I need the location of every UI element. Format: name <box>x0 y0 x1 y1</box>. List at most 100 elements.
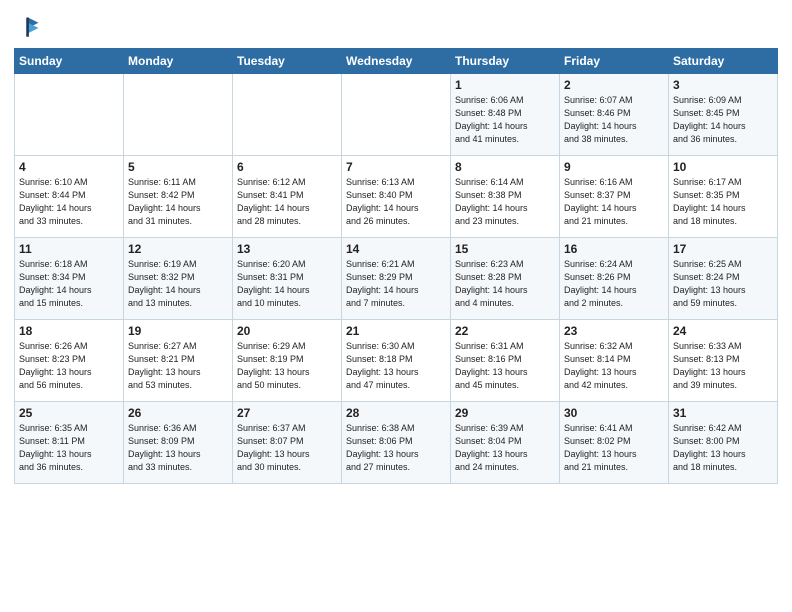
calendar-cell: 17 Sunrise: 6:25 AM Sunset: 8:24 PM Dayli… <box>669 238 778 320</box>
day-info: Sunrise: 6:17 AM Sunset: 8:35 PM Dayligh… <box>673 176 773 228</box>
calendar-cell: 8 Sunrise: 6:14 AM Sunset: 8:38 PM Daylig… <box>451 156 560 238</box>
header-day: Saturday <box>669 49 778 74</box>
day-info: Sunrise: 6:21 AM Sunset: 8:29 PM Dayligh… <box>346 258 446 310</box>
calendar-cell: 3 Sunrise: 6:09 AM Sunset: 8:45 PM Daylig… <box>669 74 778 156</box>
day-number: 6 <box>237 160 337 174</box>
day-info: Sunrise: 6:12 AM Sunset: 8:41 PM Dayligh… <box>237 176 337 228</box>
day-info: Sunrise: 6:35 AM Sunset: 8:11 PM Dayligh… <box>19 422 119 474</box>
day-number: 19 <box>128 324 228 338</box>
day-info: Sunrise: 6:20 AM Sunset: 8:31 PM Dayligh… <box>237 258 337 310</box>
day-number: 30 <box>564 406 664 420</box>
day-info: Sunrise: 6:42 AM Sunset: 8:00 PM Dayligh… <box>673 422 773 474</box>
day-info: Sunrise: 6:32 AM Sunset: 8:14 PM Dayligh… <box>564 340 664 392</box>
day-number: 20 <box>237 324 337 338</box>
calendar-cell: 4 Sunrise: 6:10 AM Sunset: 8:44 PM Daylig… <box>15 156 124 238</box>
logo-icon <box>14 14 42 42</box>
calendar-cell: 28 Sunrise: 6:38 AM Sunset: 8:06 PM Dayli… <box>342 402 451 484</box>
day-info: Sunrise: 6:07 AM Sunset: 8:46 PM Dayligh… <box>564 94 664 146</box>
day-number: 24 <box>673 324 773 338</box>
day-info: Sunrise: 6:19 AM Sunset: 8:32 PM Dayligh… <box>128 258 228 310</box>
day-number: 15 <box>455 242 555 256</box>
day-info: Sunrise: 6:31 AM Sunset: 8:16 PM Dayligh… <box>455 340 555 392</box>
calendar-cell: 18 Sunrise: 6:26 AM Sunset: 8:23 PM Dayli… <box>15 320 124 402</box>
calendar-cell: 10 Sunrise: 6:17 AM Sunset: 8:35 PM Dayli… <box>669 156 778 238</box>
day-number: 27 <box>237 406 337 420</box>
calendar-cell: 11 Sunrise: 6:18 AM Sunset: 8:34 PM Dayli… <box>15 238 124 320</box>
calendar-cell: 16 Sunrise: 6:24 AM Sunset: 8:26 PM Dayli… <box>560 238 669 320</box>
day-number: 2 <box>564 78 664 92</box>
day-number: 5 <box>128 160 228 174</box>
calendar-week-row: 11 Sunrise: 6:18 AM Sunset: 8:34 PM Dayli… <box>15 238 778 320</box>
day-number: 12 <box>128 242 228 256</box>
day-number: 11 <box>19 242 119 256</box>
calendar-cell: 24 Sunrise: 6:33 AM Sunset: 8:13 PM Dayli… <box>669 320 778 402</box>
calendar-cell: 29Sunrise: 6:39 AM Sunset: 8:04 PM Dayli… <box>451 402 560 484</box>
calendar-cell: 30 Sunrise: 6:41 AM Sunset: 8:02 PM Dayli… <box>560 402 669 484</box>
day-info: Sunrise: 6:41 AM Sunset: 8:02 PM Dayligh… <box>564 422 664 474</box>
day-number: 17 <box>673 242 773 256</box>
calendar-cell <box>15 74 124 156</box>
calendar-cell: 26 Sunrise: 6:36 AM Sunset: 8:09 PM Dayli… <box>124 402 233 484</box>
day-number: 8 <box>455 160 555 174</box>
calendar-cell: 27Sunrise: 6:37 AM Sunset: 8:07 PM Dayli… <box>233 402 342 484</box>
day-info: Sunrise: 6:09 AM Sunset: 8:45 PM Dayligh… <box>673 94 773 146</box>
calendar-cell <box>342 74 451 156</box>
calendar-cell: 15 Sunrise: 6:23 AM Sunset: 8:28 PM Dayli… <box>451 238 560 320</box>
header <box>14 10 778 42</box>
day-info: Sunrise: 6:33 AM Sunset: 8:13 PM Dayligh… <box>673 340 773 392</box>
calendar-week-row: 4 Sunrise: 6:10 AM Sunset: 8:44 PM Daylig… <box>15 156 778 238</box>
day-info: Sunrise: 6:38 AM Sunset: 8:06 PM Dayligh… <box>346 422 446 474</box>
day-number: 9 <box>564 160 664 174</box>
calendar-cell: 20 Sunrise: 6:29 AM Sunset: 8:19 PM Dayli… <box>233 320 342 402</box>
day-number: 7 <box>346 160 446 174</box>
day-info: Sunrise: 6:14 AM Sunset: 8:38 PM Dayligh… <box>455 176 555 228</box>
day-info: Sunrise: 6:23 AM Sunset: 8:28 PM Dayligh… <box>455 258 555 310</box>
header-day: Tuesday <box>233 49 342 74</box>
header-day: Sunday <box>15 49 124 74</box>
calendar-cell: 23 Sunrise: 6:32 AM Sunset: 8:14 PM Dayli… <box>560 320 669 402</box>
calendar-week-row: 18 Sunrise: 6:26 AM Sunset: 8:23 PM Dayli… <box>15 320 778 402</box>
day-number: 23 <box>564 324 664 338</box>
day-info: Sunrise: 6:27 AM Sunset: 8:21 PM Dayligh… <box>128 340 228 392</box>
day-number: 26 <box>128 406 228 420</box>
day-info: Sunrise: 6:26 AM Sunset: 8:23 PM Dayligh… <box>19 340 119 392</box>
day-number: 22 <box>455 324 555 338</box>
calendar-cell: 2 Sunrise: 6:07 AM Sunset: 8:46 PM Daylig… <box>560 74 669 156</box>
calendar-cell <box>233 74 342 156</box>
day-info: Sunrise: 6:25 AM Sunset: 8:24 PM Dayligh… <box>673 258 773 310</box>
calendar-cell: 13 Sunrise: 6:20 AM Sunset: 8:31 PM Dayli… <box>233 238 342 320</box>
day-number: 4 <box>19 160 119 174</box>
calendar-cell <box>124 74 233 156</box>
day-info: Sunrise: 6:36 AM Sunset: 8:09 PM Dayligh… <box>128 422 228 474</box>
day-info: Sunrise: 6:18 AM Sunset: 8:34 PM Dayligh… <box>19 258 119 310</box>
day-number: 25 <box>19 406 119 420</box>
day-info: Sunrise: 6:29 AM Sunset: 8:19 PM Dayligh… <box>237 340 337 392</box>
day-info: Sunrise: 6:10 AM Sunset: 8:44 PM Dayligh… <box>19 176 119 228</box>
day-info: Sunrise: 6:11 AM Sunset: 8:42 PM Dayligh… <box>128 176 228 228</box>
day-info: Sunrise: 6:13 AM Sunset: 8:40 PM Dayligh… <box>346 176 446 228</box>
header-day: Friday <box>560 49 669 74</box>
calendar-cell: 9Sunrise: 6:16 AM Sunset: 8:37 PM Daylig… <box>560 156 669 238</box>
calendar-cell: 22 Sunrise: 6:31 AM Sunset: 8:16 PM Dayli… <box>451 320 560 402</box>
calendar-table: SundayMondayTuesdayWednesdayThursdayFrid… <box>14 48 778 484</box>
day-number: 13 <box>237 242 337 256</box>
calendar-cell: 14 Sunrise: 6:21 AM Sunset: 8:29 PM Dayli… <box>342 238 451 320</box>
calendar-cell: 7 Sunrise: 6:13 AM Sunset: 8:40 PM Daylig… <box>342 156 451 238</box>
day-number: 28 <box>346 406 446 420</box>
calendar-cell: 5 Sunrise: 6:11 AM Sunset: 8:42 PM Daylig… <box>124 156 233 238</box>
day-number: 3 <box>673 78 773 92</box>
calendar-week-row: 25 Sunrise: 6:35 AM Sunset: 8:11 PM Dayli… <box>15 402 778 484</box>
day-number: 18 <box>19 324 119 338</box>
day-info: Sunrise: 6:24 AM Sunset: 8:26 PM Dayligh… <box>564 258 664 310</box>
day-number: 10 <box>673 160 773 174</box>
calendar-cell: 31Sunrise: 6:42 AM Sunset: 8:00 PM Dayli… <box>669 402 778 484</box>
calendar-cell: 25 Sunrise: 6:35 AM Sunset: 8:11 PM Dayli… <box>15 402 124 484</box>
day-info: Sunrise: 6:06 AM Sunset: 8:48 PM Dayligh… <box>455 94 555 146</box>
calendar-week-row: 1 Sunrise: 6:06 AM Sunset: 8:48 PM Daylig… <box>15 74 778 156</box>
logo <box>14 14 46 42</box>
day-number: 16 <box>564 242 664 256</box>
day-number: 1 <box>455 78 555 92</box>
header-row: SundayMondayTuesdayWednesdayThursdayFrid… <box>15 49 778 74</box>
calendar-cell: 12 Sunrise: 6:19 AM Sunset: 8:32 PM Dayli… <box>124 238 233 320</box>
day-number: 14 <box>346 242 446 256</box>
